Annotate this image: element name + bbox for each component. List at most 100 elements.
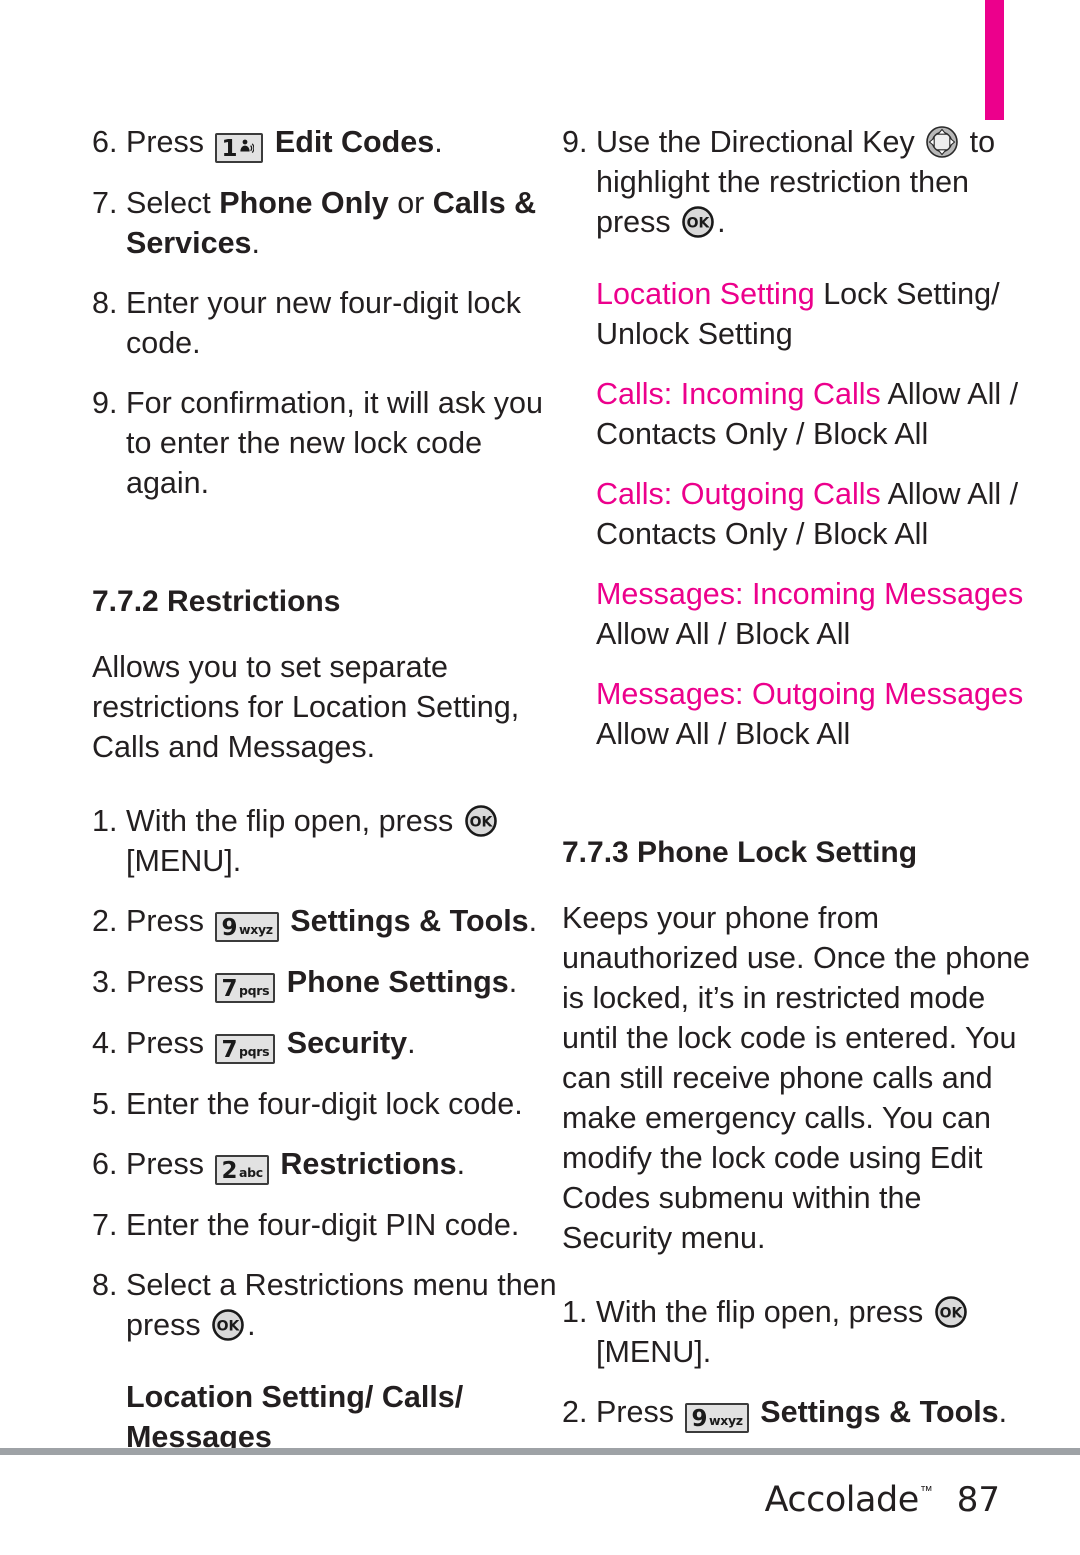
- step-text: With the flip open, press OK [MENU].: [126, 801, 562, 881]
- restriction-entry: Calls: Incoming Calls Allow All / Contac…: [596, 374, 1032, 454]
- list-item: 1. With the flip open, press OK [MENU].: [562, 1292, 1032, 1372]
- list-item: 8. Enter your new four-digit lock code.: [92, 283, 562, 363]
- svg-text:OK: OK: [939, 1306, 963, 1322]
- directional-key-icon: [925, 125, 959, 159]
- section-heading-phone-lock: 7.7.3 Phone Lock Setting: [562, 836, 918, 869]
- step-prefix: Press: [126, 904, 213, 938]
- step-number: 6.: [92, 1147, 118, 1181]
- step-bold-label: Settings & Tools: [290, 904, 529, 938]
- list-item: 4. Press 7 pqrs Security.: [92, 1023, 562, 1064]
- step-bold-label: Security: [286, 1026, 408, 1060]
- restriction-entry: Location Setting Lock Setting/ Unlock Se…: [596, 274, 1032, 354]
- step-suffix: .: [528, 904, 538, 938]
- restriction-label: Calls: Outgoing Calls: [596, 477, 881, 511]
- svg-text:OK: OK: [687, 216, 711, 232]
- list-item: 6. Press 2 abc Restrictions.: [92, 1144, 562, 1185]
- page-accent-bar: [985, 0, 1004, 120]
- step-suffix: .: [247, 1308, 256, 1342]
- step-suffix: .: [434, 125, 443, 159]
- restriction-entry: Messages: Incoming Messages Allow All / B…: [596, 574, 1032, 654]
- key-7-pqrs-icon: 7 pqrs: [215, 973, 276, 1003]
- step-number: 5.: [92, 1087, 118, 1121]
- step-bold-label: Edit Codes: [274, 125, 435, 159]
- footer-divider: [0, 1448, 1080, 1455]
- section-heading-restrictions: 7.7.2 Restrictions: [92, 585, 341, 618]
- restrictions-menu-list: Location Setting/ Calls/ Messages: [126, 1380, 464, 1454]
- step-prefix: Press: [126, 1147, 213, 1181]
- list-item: 2. Press 9 wxyz Settings & Tools.: [92, 901, 562, 942]
- step-suffix: [MENU].: [596, 1335, 712, 1369]
- restriction-values: Allow All / Block All: [596, 717, 851, 751]
- step-text: Enter your new four-digit lock code.: [126, 286, 521, 360]
- step-text: Press 2 abc Restrictions.: [126, 1144, 562, 1185]
- step-text: Select a Restrictions menu then press OK…: [126, 1265, 562, 1345]
- key-9-wxyz-icon: 9 wxyz: [215, 912, 279, 942]
- step-text: For confirmation, it will ask you to ent…: [126, 386, 543, 500]
- section-intro-text: Allows you to set separate restrictions …: [92, 650, 520, 764]
- key-1-voicemail-icon: 1: [215, 133, 264, 163]
- step-suffix: .: [251, 226, 260, 260]
- step-number: 1.: [562, 1295, 588, 1329]
- key-7-pqrs-icon: 7 pqrs: [215, 1034, 276, 1064]
- list-item: 8. Select a Restrictions menu then press…: [92, 1265, 562, 1345]
- step-number: 8.: [92, 1268, 118, 1302]
- restriction-label: Messages: Incoming Messages: [596, 577, 1024, 611]
- ok-key-icon: OK: [464, 804, 498, 838]
- step-number: 1.: [92, 804, 118, 838]
- restriction-label: Calls: Incoming Calls: [596, 377, 881, 411]
- trademark-symbol: ™: [919, 1483, 933, 1498]
- restriction-entry: Messages: Outgoing Messages Allow All / B…: [596, 674, 1032, 754]
- step-text: Press 9 wxyz Settings & Tools.: [126, 901, 562, 942]
- list-item: 9. For confirmation, it will ask you to …: [92, 383, 562, 503]
- restriction-entry: Calls: Outgoing Calls Allow All / Contac…: [596, 474, 1032, 554]
- restriction-label: Messages: Outgoing Messages: [596, 677, 1024, 711]
- step-number: 8.: [92, 286, 118, 320]
- step-prefix: Press: [596, 1395, 683, 1429]
- step-text: Press 1 Edit Codes.: [126, 122, 562, 163]
- step-text: Enter the four-digit PIN code.: [126, 1208, 520, 1242]
- page-content: 6. Press 1 Edit Codes. 7. Select Phone O…: [0, 122, 1080, 1454]
- step-prefix: Select a Restrictions menu then press: [126, 1268, 557, 1342]
- list-item: 2. Press 9 wxyz Settings & Tools.: [562, 1392, 1032, 1433]
- list-item: 7. Select Phone Only or Calls & Services…: [92, 183, 562, 263]
- step-prefix: Press: [126, 965, 213, 999]
- ok-key-icon: OK: [211, 1308, 245, 1342]
- step-suffix: .: [717, 205, 726, 239]
- list-item: 5. Enter the four-digit lock code.: [92, 1084, 562, 1124]
- step-text: Press 7 pqrs Security.: [126, 1023, 562, 1064]
- step-bold-label: Restrictions: [280, 1147, 457, 1181]
- step-number: 9.: [562, 125, 588, 159]
- list-item: 7. Enter the four-digit PIN code.: [92, 1205, 562, 1245]
- step-prefix: Press: [126, 125, 213, 159]
- step-number: 7.: [92, 186, 118, 220]
- step-text: Press 9 wxyz Settings & Tools.: [596, 1392, 1032, 1433]
- step-prefix: With the flip open, press: [596, 1295, 932, 1329]
- step-text: Press 7 pqrs Phone Settings.: [126, 962, 562, 1003]
- list-item: 6. Press 1 Edit Codes.: [92, 122, 562, 163]
- step-mid: or: [388, 186, 433, 220]
- svg-text:OK: OK: [469, 815, 493, 831]
- right-column: 9. Use the Directional Key to highlight …: [562, 122, 1032, 1433]
- ok-key-icon: OK: [934, 1295, 968, 1329]
- restriction-values: Allow All / Block All: [596, 617, 851, 651]
- ok-key-icon: OK: [681, 205, 715, 239]
- step-suffix: .: [407, 1026, 416, 1060]
- step-number: 7.: [92, 1208, 118, 1242]
- step-text: With the flip open, press OK [MENU].: [596, 1292, 1032, 1372]
- section-description-text: Keeps your phone from unauthorized use. …: [562, 901, 1031, 1255]
- step-bold-label: Phone Settings: [286, 965, 509, 999]
- step-suffix: .: [998, 1395, 1008, 1429]
- step-number: 6.: [92, 125, 118, 159]
- page-footer: Accolade™ 87: [0, 1470, 1080, 1530]
- step-suffix: .: [508, 965, 518, 999]
- step-prefix: Use the Directional Key: [596, 125, 924, 159]
- step-number: 2.: [92, 904, 118, 938]
- brand-name: Accolade: [764, 1480, 920, 1520]
- step-number: 3.: [92, 965, 118, 999]
- step-suffix: .: [456, 1147, 466, 1181]
- step-text: Enter the four-digit lock code.: [126, 1087, 523, 1121]
- list-item: 1. With the flip open, press OK [MENU].: [92, 801, 562, 881]
- step-text: Use the Directional Key to highlight the…: [596, 122, 1032, 242]
- voicemail-person-icon: [240, 139, 255, 154]
- restriction-label: Location Setting: [596, 277, 815, 311]
